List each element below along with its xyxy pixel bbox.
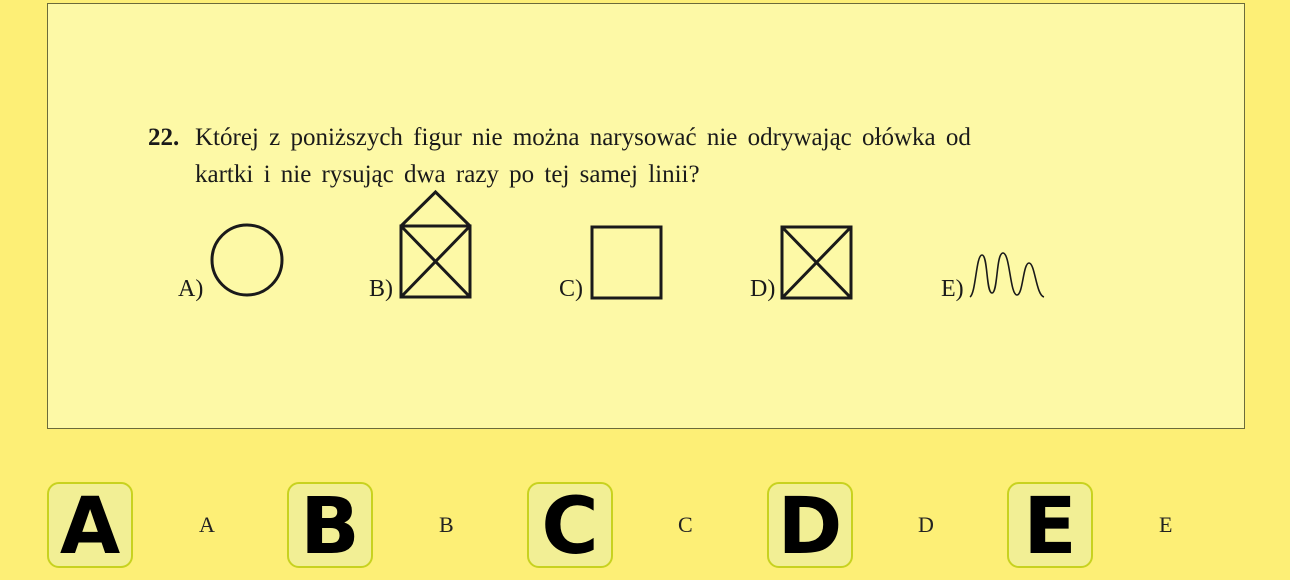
answer-caption-d: D [918,512,934,537]
square-icon [590,225,663,300]
answer-caption-c: C [678,512,693,537]
figure-label-a: A) [178,276,204,302]
answer-button-e[interactable]: E [1007,482,1093,568]
figure-label-e: E) [941,276,964,302]
wave-icon [969,252,1045,298]
figure-label-d: D) [750,276,776,302]
answer-caption-a: A [199,512,215,537]
figure-label-b: B) [369,276,393,302]
answer-button-c[interactable]: C [527,482,613,568]
question-panel: 22. Której z poniższych figur nie można n… [47,3,1245,429]
answer-letter: B [300,482,360,572]
crossed-square-icon [780,225,853,300]
answer-caption-b: B [439,512,454,537]
figure-label-c: C) [559,276,583,302]
answer-letter: A [59,482,121,572]
answer-button-d[interactable]: D [767,482,853,568]
figures-row: A) B) C) D) E) [48,4,1246,430]
answer-letter: E [1023,482,1077,572]
answers-bar: A A B B C C D D E E [0,478,1290,570]
house-envelope-icon [399,189,472,299]
answer-button-a[interactable]: A [47,482,133,568]
answer-letter: C [541,482,599,572]
circle-icon [210,223,284,297]
answer-button-b[interactable]: B [287,482,373,568]
answer-caption-e: E [1159,512,1173,537]
answer-letter: D [777,482,843,572]
